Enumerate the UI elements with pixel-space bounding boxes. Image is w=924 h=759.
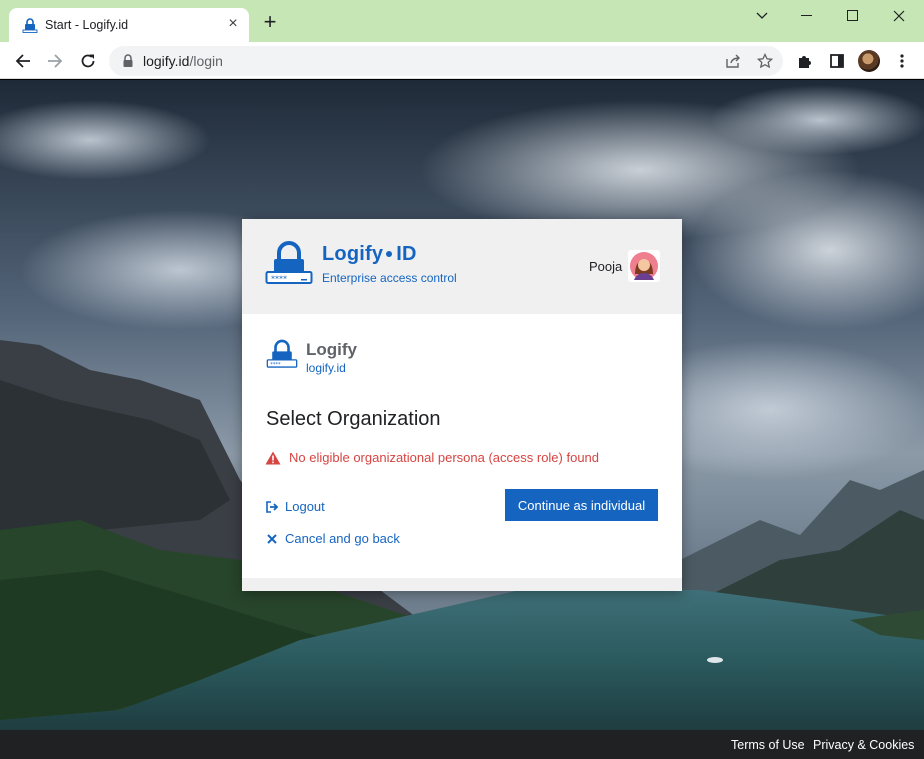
reload-icon[interactable] xyxy=(75,48,101,74)
new-tab-button[interactable]: + xyxy=(258,11,282,35)
address-bar[interactable]: logify.id/login xyxy=(109,46,783,76)
bookmark-star-icon[interactable] xyxy=(755,51,775,71)
share-icon[interactable] xyxy=(723,51,743,71)
warning-triangle-icon xyxy=(265,451,281,465)
user-name[interactable]: Pooja xyxy=(589,259,622,274)
continue-as-individual-button[interactable]: Continue as individual xyxy=(505,489,658,521)
maximize-icon[interactable] xyxy=(830,2,876,30)
logout-label: Logout xyxy=(285,499,325,514)
svg-text:****: **** xyxy=(271,275,287,284)
tab-close-icon[interactable]: × xyxy=(224,15,242,33)
browser-toolbar: logify.id/login xyxy=(0,42,924,79)
sign-out-icon xyxy=(265,500,279,514)
cancel-link[interactable]: Cancel and go back xyxy=(265,531,400,546)
error-message: No eligible organizational persona (acce… xyxy=(289,450,600,465)
close-x-icon xyxy=(265,532,279,546)
logify-favicon-icon xyxy=(22,18,38,33)
more-menu-icon[interactable] xyxy=(889,48,915,74)
back-arrow-icon[interactable] xyxy=(10,48,36,74)
organization-name: Logify xyxy=(306,340,357,359)
page-footer: Terms of Use Privacy & Cookies xyxy=(0,730,924,759)
privacy-cookies-link[interactable]: Privacy & Cookies xyxy=(813,738,914,752)
tab-search-icon[interactable] xyxy=(739,2,785,30)
forward-arrow-icon[interactable] xyxy=(42,48,68,74)
side-panel-icon[interactable] xyxy=(824,48,850,74)
browser-profile-avatar[interactable] xyxy=(858,50,880,72)
tab-title: Start - Logify.id xyxy=(45,18,129,32)
card-footer xyxy=(242,578,682,591)
organization-domain: logify.id xyxy=(306,361,346,375)
svg-text:****: **** xyxy=(270,362,281,368)
url-text: logify.id/login xyxy=(143,53,223,69)
terms-of-use-link[interactable]: Terms of Use xyxy=(731,738,805,752)
organization-logo-icon: **** xyxy=(266,339,298,368)
brand-title: Logify ID xyxy=(322,243,417,265)
user-avatar[interactable] xyxy=(628,250,660,282)
lock-icon xyxy=(123,54,133,67)
brand-tagline: Enterprise access control xyxy=(322,271,457,285)
login-card: **** Logify ID Enterprise access control … xyxy=(242,219,682,591)
brand-dot-icon xyxy=(386,250,393,257)
extensions-puzzle-icon[interactable] xyxy=(792,48,818,74)
lock-password-logo-icon: **** xyxy=(265,241,313,284)
logout-link[interactable]: Logout xyxy=(265,499,325,514)
close-window-icon[interactable] xyxy=(876,2,922,30)
minimize-icon[interactable] xyxy=(784,2,830,30)
browser-titlebar: Start - Logify.id × + xyxy=(0,0,924,42)
page-title: Select Organization xyxy=(266,408,441,430)
cancel-label: Cancel and go back xyxy=(285,531,400,546)
card-header: **** Logify ID Enterprise access control … xyxy=(242,219,682,314)
page-viewport: **** Logify ID Enterprise access control … xyxy=(0,80,924,759)
browser-tab[interactable]: Start - Logify.id × xyxy=(9,8,249,42)
